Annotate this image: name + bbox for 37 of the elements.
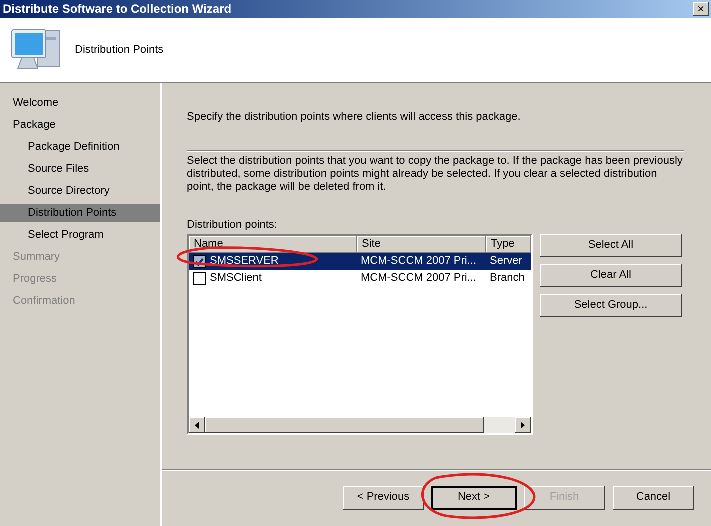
footer-button[interactable]: Cancel — [613, 486, 694, 510]
table-cell-text: MCM-SCCM 2007 Pri... — [361, 271, 477, 286]
sidebar-item[interactable]: Distribution Points — [0, 204, 160, 222]
table-cell-text: MCM-SCCM 2007 Pri... — [361, 254, 477, 270]
page-heading: Distribution Points — [75, 42, 164, 58]
list-label: Distribution points: — [187, 218, 278, 232]
table-row[interactable]: SMSClient MCM-SCCM 2007 Pri... Branch — [189, 270, 531, 287]
horizontal-scrollbar[interactable] — [189, 417, 531, 433]
column-header[interactable]: Name — [189, 236, 357, 253]
sidebar-item[interactable]: Select Program — [0, 226, 160, 244]
action-button[interactable]: Select Group... — [540, 294, 682, 317]
description-text: Select the distribution points that you want to copy the package to. If the package has been previously distributed, some distribution points might already be selected. If you clear a selected distribution point, the package will be deleted from it. — [187, 154, 684, 194]
table-cell-text: SMSClient — [210, 271, 262, 286]
sidebar-item[interactable]: Package Definition — [0, 138, 160, 156]
checkbox[interactable] — [193, 272, 206, 285]
sidebar-item[interactable]: Source Files — [0, 160, 160, 178]
action-button[interactable]: Select All — [540, 234, 682, 257]
scroll-right-button[interactable] — [515, 417, 531, 433]
scroll-left-button[interactable] — [189, 417, 205, 433]
sidebar-item[interactable]: Source Directory — [0, 182, 160, 200]
sidebar-item[interactable]: Welcome — [0, 94, 160, 112]
footer-button[interactable]: < Previous — [343, 486, 424, 510]
right-arrow-icon — [521, 422, 525, 428]
sidebar-item[interactable]: Package — [0, 116, 160, 134]
left-arrow-icon — [195, 422, 199, 428]
column-header[interactable]: Site — [357, 236, 486, 253]
table-cell-text: Server — [490, 254, 522, 270]
table-row[interactable]: SMSSERVER MCM-SCCM 2007 Pri... Server — [189, 253, 531, 270]
intro-text: Specify the distribution points where clients will access this package. — [187, 110, 522, 125]
close-button[interactable]: × — [693, 2, 709, 16]
column-header[interactable]: Type — [486, 236, 531, 253]
action-button[interactable]: Clear All — [540, 264, 682, 287]
scroll-thumb[interactable] — [205, 417, 484, 433]
window-title: Distribute Software to Collection Wizard — [3, 1, 232, 18]
table-cell-text: SMSSERVER — [210, 254, 279, 270]
table-cell-text: Branch — [490, 271, 525, 286]
footer-button[interactable]: Next > — [431, 486, 517, 510]
